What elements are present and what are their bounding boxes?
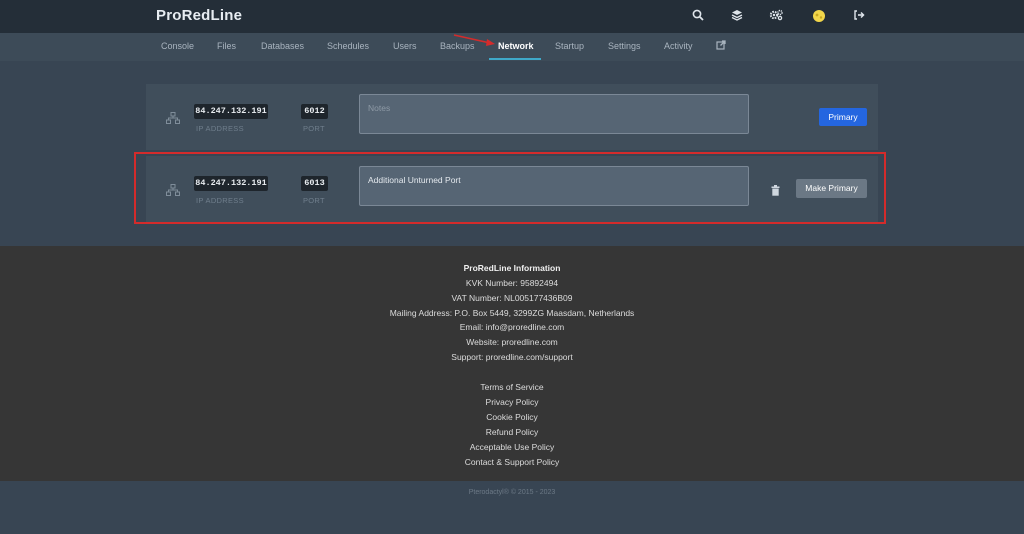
ip-address-value: 84.247.132.191	[194, 176, 268, 191]
footer-email: Email: info@proredline.com	[459, 322, 565, 332]
footer-vat: VAT Number: NL005177436B09	[451, 293, 573, 303]
port-label: PORT	[303, 196, 325, 205]
trash-icon[interactable]	[771, 183, 780, 196]
network-icon	[166, 111, 180, 124]
tab-users[interactable]: Users	[393, 41, 417, 51]
tab-backups[interactable]: Backups	[440, 41, 475, 51]
port-value: 6013	[301, 176, 328, 191]
footer-website: Website: proredline.com	[466, 337, 558, 347]
tab-startup[interactable]: Startup	[555, 41, 584, 51]
tab-network[interactable]: Network	[498, 41, 534, 51]
tab-schedules[interactable]: Schedules	[327, 41, 369, 51]
search-icon[interactable]	[690, 9, 706, 25]
tab-activity[interactable]: Activity	[664, 41, 693, 51]
copyright-text: Pterodactyl® © 2015 - 2023	[468, 489, 556, 496]
layers-icon[interactable]	[729, 9, 745, 25]
footer-support: Support: proredline.com/support	[451, 352, 573, 362]
cogs-icon[interactable]	[768, 9, 784, 25]
sign-out-icon[interactable]	[851, 9, 867, 25]
footer-link-privacy[interactable]: Privacy Policy	[0, 397, 1024, 407]
tab-console[interactable]: Console	[161, 41, 194, 51]
make-primary-button[interactable]: Make Primary	[796, 179, 867, 198]
footer-link-contact[interactable]: Contact & Support Policy	[0, 457, 1024, 467]
footer-title: ProRedLine Information	[463, 263, 561, 273]
footer-link-cookie[interactable]: Cookie Policy	[0, 412, 1024, 422]
brand-logo[interactable]: ProRedLine	[156, 7, 242, 24]
port-value: 6012	[301, 104, 328, 119]
footer-link-aup[interactable]: Acceptable Use Policy	[0, 442, 1024, 452]
primary-button[interactable]: Primary	[819, 108, 867, 126]
tab-files[interactable]: Files	[217, 41, 236, 51]
notes-input[interactable]: Additional Unturned Port	[359, 166, 749, 206]
notes-input[interactable]: Notes	[359, 94, 749, 134]
avatar[interactable]	[811, 9, 827, 25]
footer-kvk: KVK Number: 95892494	[465, 278, 559, 288]
ip-address-label: IP ADDRESS	[196, 196, 244, 205]
footer-address: Mailing Address: P.O. Box 5449, 3299ZG M…	[389, 308, 635, 318]
external-link-icon[interactable]	[716, 40, 726, 52]
allocation-row-primary: 84.247.132.191 IP ADDRESS 6012 PORT Note…	[146, 84, 878, 150]
top-navbar: ProRedLine	[0, 0, 1024, 33]
ip-address-label: IP ADDRESS	[196, 124, 244, 133]
footer-link-refund[interactable]: Refund Policy	[0, 427, 1024, 437]
ip-address-value: 84.247.132.191	[194, 104, 268, 119]
server-tab-bar: Console Files Databases Schedules Users …	[0, 33, 1024, 61]
allocation-row-secondary: 84.247.132.191 IP ADDRESS 6013 PORT Addi…	[146, 156, 878, 222]
network-icon	[166, 183, 180, 196]
tab-settings[interactable]: Settings	[608, 41, 641, 51]
port-label: PORT	[303, 124, 325, 133]
active-tab-underline	[489, 58, 541, 60]
tab-databases[interactable]: Databases	[261, 41, 304, 51]
footer-link-terms[interactable]: Terms of Service	[0, 382, 1024, 392]
